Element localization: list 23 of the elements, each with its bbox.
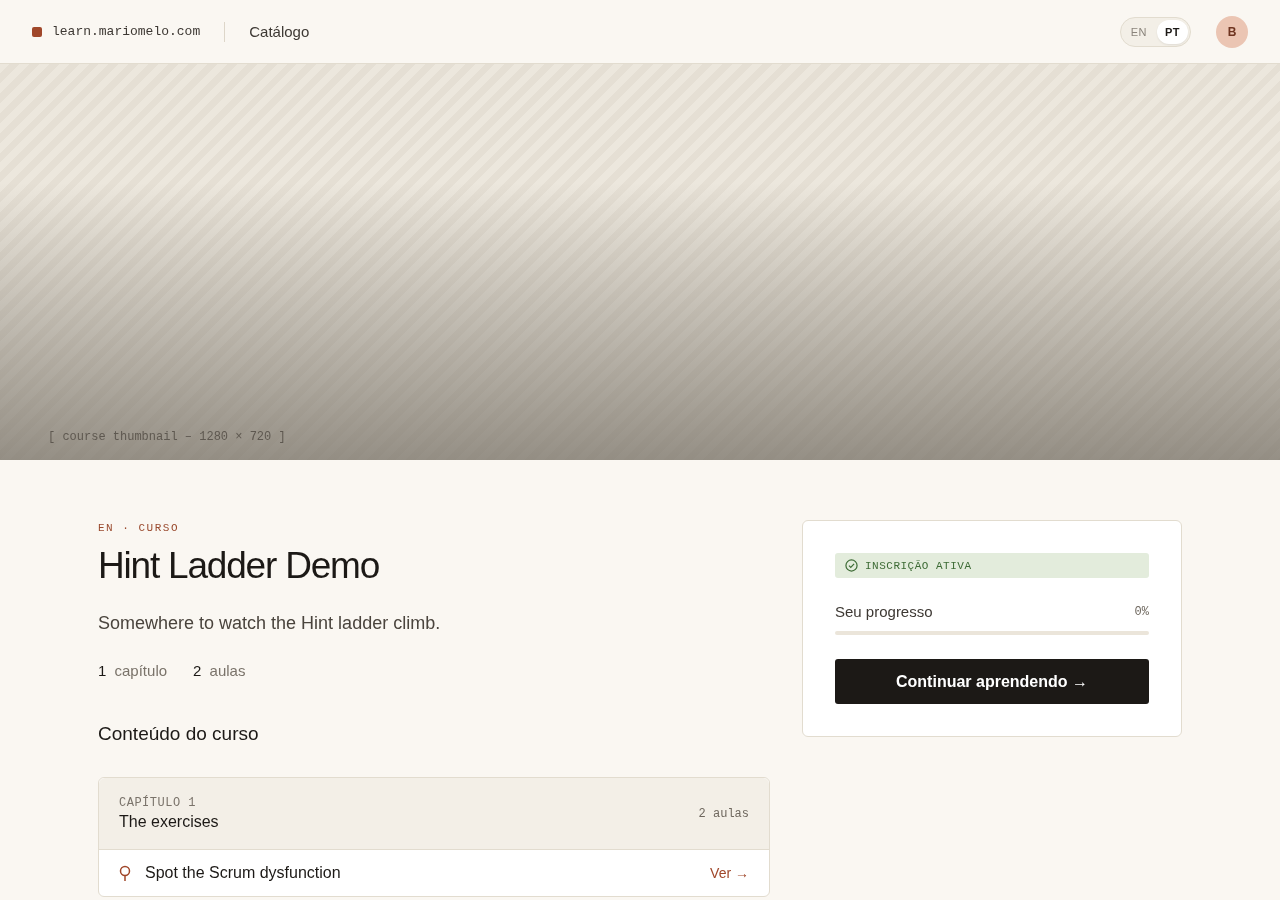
user-avatar[interactable]: B bbox=[1216, 15, 1248, 48]
course-stat: 2 aulas bbox=[193, 661, 246, 681]
continue-button[interactable]: Continuar aprendendo → bbox=[835, 659, 1149, 704]
language-option[interactable]: PT bbox=[1156, 19, 1188, 44]
logo-square-icon bbox=[32, 26, 42, 37]
progress-reading: 0% bbox=[1134, 604, 1149, 621]
lesson-count: 2 aulas bbox=[698, 807, 749, 821]
section-heading: Conteúdo do curso bbox=[98, 722, 260, 746]
nav-link[interactable]: Catálogo bbox=[249, 23, 310, 40]
course-title: Hint Ladder Demo bbox=[98, 546, 381, 586]
pin-icon bbox=[119, 865, 131, 881]
badge-text: INSCRIÇÃO ATIVA bbox=[865, 559, 972, 572]
check-circle-icon bbox=[845, 559, 858, 572]
placeholder-caption: [ course thumbnail – 1280 × 720 ] bbox=[48, 430, 286, 444]
course-description: Somewhere to watch the Hint ladder climb. bbox=[98, 612, 442, 635]
site-name: learn.mariomelo.com bbox=[52, 24, 201, 39]
course-stat: 1 capítulo bbox=[98, 661, 168, 681]
lesson-title: Spot the Scrum dysfunction bbox=[145, 863, 341, 883]
course-eyebrow: EN · CURSO bbox=[98, 521, 180, 536]
chapter-label: CAPÍTULO 1 bbox=[119, 795, 196, 811]
chapter-title: The exercises bbox=[119, 812, 219, 832]
progress-label: Seu progresso bbox=[835, 602, 933, 622]
view-link[interactable]: Ver → bbox=[710, 865, 749, 881]
